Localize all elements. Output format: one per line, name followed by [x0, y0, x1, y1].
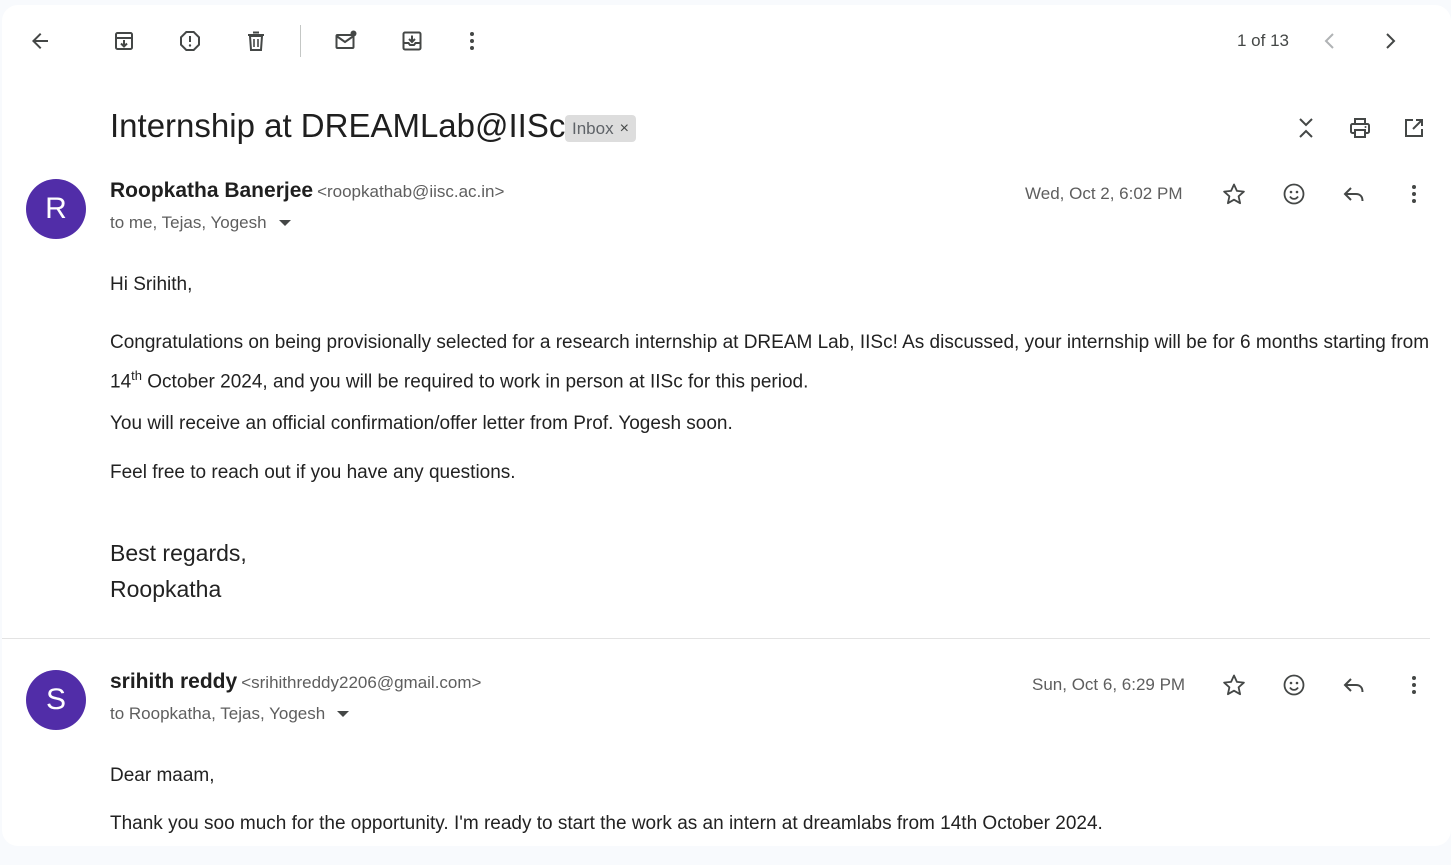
label-chip-text: Inbox [572, 118, 614, 138]
mark-unread-icon[interactable] [326, 21, 366, 61]
star-icon[interactable] [1214, 665, 1254, 705]
print-icon[interactable] [1340, 108, 1380, 148]
reply-icon[interactable] [1334, 174, 1374, 214]
sender-name[interactable]: Roopkatha Banerjee [110, 179, 313, 202]
report-spam-icon[interactable] [170, 21, 210, 61]
message-date: Sun, Oct 6, 6:29 PM [1032, 675, 1186, 694]
chevron-left-icon[interactable] [1310, 21, 1350, 61]
signature: Roopkatha [110, 576, 222, 602]
pager-count: 1 of 13 [1237, 31, 1289, 50]
sender-email: <roopkathab@iisc.ac.in> [317, 182, 505, 201]
avatar[interactable]: S [26, 670, 86, 730]
label-chip-inbox: Inbox × [565, 115, 636, 142]
thread-subject: Internship at DREAMLab@IISc [110, 107, 566, 144]
ordinal-suffix: th [131, 368, 142, 383]
move-to-icon[interactable] [392, 21, 432, 61]
paragraph-text: October 2024, and you will be required t… [141, 371, 809, 393]
message-paragraph: You will receive an official confirmatio… [110, 413, 733, 434]
open-in-new-window-icon[interactable] [1394, 108, 1434, 148]
caret-down-icon[interactable] [337, 711, 350, 717]
message-date: Wed, Oct 2, 6:02 PM [1025, 184, 1183, 203]
message-paragraph: Thank you soo much for the opportunity. … [110, 813, 1103, 834]
caret-down-icon[interactable] [278, 220, 291, 226]
message-greeting: Dear maam, [110, 765, 215, 786]
message-paragraph: Congratulations on being provisionally s… [110, 326, 1430, 398]
chevron-right-icon[interactable] [1370, 21, 1410, 61]
delete-icon[interactable] [236, 21, 276, 61]
sender-name[interactable]: srihith reddy [110, 670, 237, 693]
avatar[interactable]: R [26, 179, 86, 239]
email-view-panel: 1 of 13 Internship at DREAMLab@IISc Inbo… [2, 5, 1451, 846]
collapse-all-icon[interactable] [1286, 108, 1326, 148]
message-greeting: Hi Srihith, [110, 274, 193, 295]
recipients-text: to me, Tejas, Yogesh [110, 213, 267, 232]
reply-icon[interactable] [1334, 665, 1374, 705]
message-paragraph: Feel free to reach out if you have any q… [110, 462, 516, 483]
recipients-toggle[interactable]: to Roopkatha, Tejas, Yogesh [110, 704, 350, 724]
message-more-icon[interactable] [1394, 174, 1434, 214]
back-arrow-icon[interactable] [20, 21, 60, 61]
recipients-toggle[interactable]: to me, Tejas, Yogesh [110, 213, 291, 233]
sender-line: srihith reddy <srihithreddy2206@gmail.com… [110, 670, 481, 694]
emoji-reaction-icon[interactable] [1274, 174, 1314, 214]
signoff: Best regards, [110, 540, 247, 566]
recipients-text: to Roopkatha, Tejas, Yogesh [110, 704, 326, 723]
emoji-reaction-icon[interactable] [1274, 665, 1314, 705]
toolbar-divider [300, 25, 301, 57]
more-vert-icon[interactable] [452, 21, 492, 61]
sender-line: Roopkatha Banerjee <roopkathab@iisc.ac.in… [110, 179, 504, 203]
sender-email: <srihithreddy2206@gmail.com> [241, 673, 482, 692]
message-divider [2, 638, 1430, 639]
archive-icon[interactable] [104, 21, 144, 61]
message-more-icon[interactable] [1394, 665, 1434, 705]
remove-label-icon[interactable]: × [620, 120, 629, 138]
star-icon[interactable] [1214, 174, 1254, 214]
